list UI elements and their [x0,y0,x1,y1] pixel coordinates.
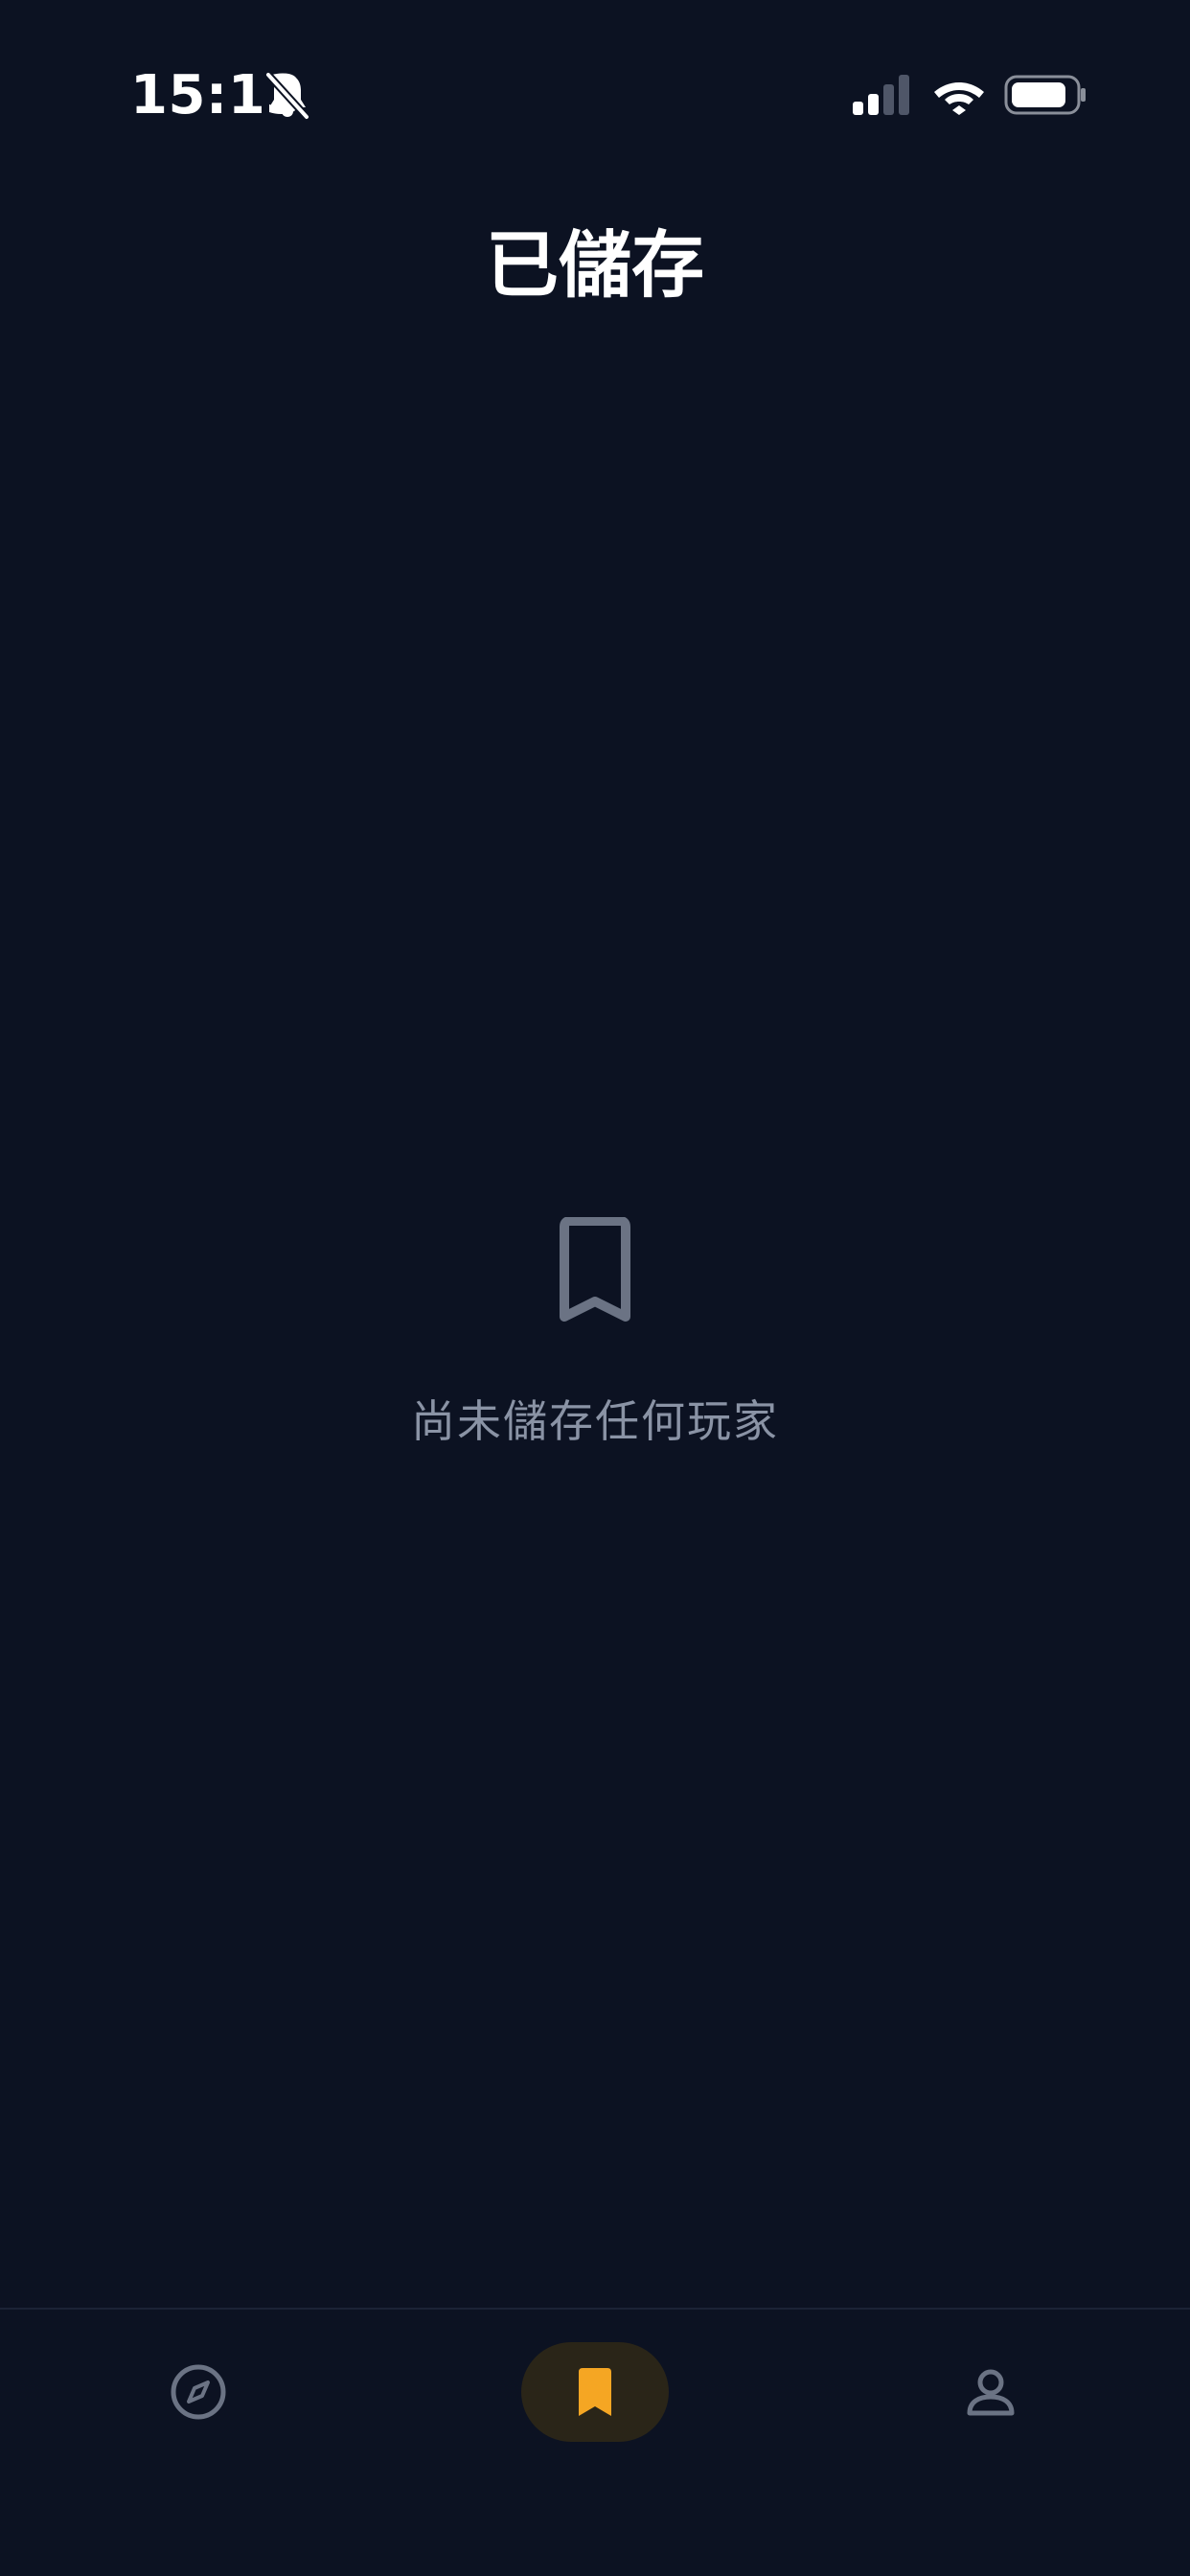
bookmark-icon [579,2368,611,2416]
saved-screen: 15:13 已儲存 尚未儲存任何玩家 [0,0,1190,2576]
battery-icon [1004,75,1086,115]
empty-state-message: 尚未儲存任何玩家 [411,1395,779,1447]
tab-bar [0,2308,1190,2576]
person-icon [967,2369,1015,2416]
bookmark-icon [560,1217,630,1322]
tab-saved[interactable] [521,2342,669,2442]
signal-icon [853,75,909,115]
bell-slash-icon [264,71,310,121]
compass-icon [171,2364,226,2420]
status-bar: 15:13 [0,0,1190,192]
tab-explore[interactable] [141,2342,256,2442]
wifi-icon [934,82,984,115]
tab-profile[interactable] [933,2342,1048,2442]
page-title: 已儲存 [486,222,704,308]
